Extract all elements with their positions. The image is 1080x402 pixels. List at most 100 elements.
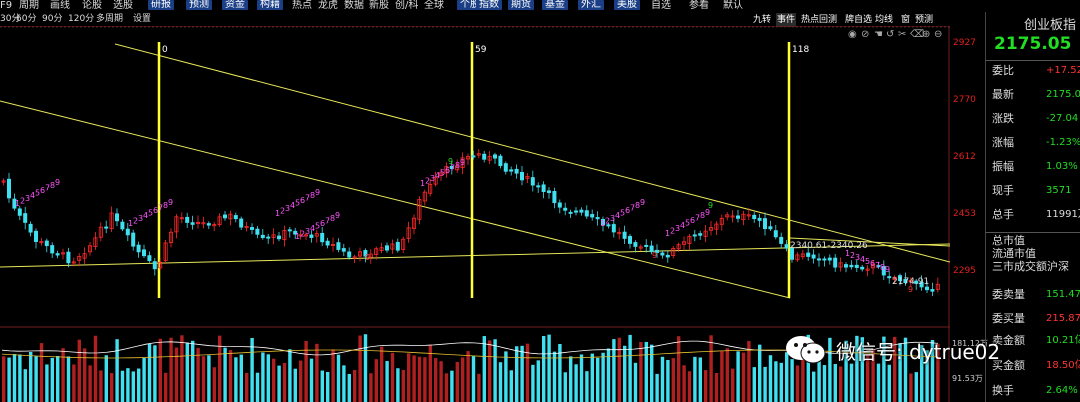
chart-tab[interactable]: 预测: [914, 13, 934, 27]
menu-item[interactable]: 外汇: [578, 0, 604, 10]
menu-item[interactable]: 研报: [148, 0, 174, 10]
volume-bar: [709, 335, 713, 402]
menu-item[interactable]: 龙虎: [318, 0, 338, 12]
menu-item[interactable]: 指数: [476, 0, 502, 10]
chart-tab-bar: 九转 事件 热点回测 牌自选 均线窗预测: [752, 13, 950, 27]
menu-item[interactable]: 默认: [723, 0, 743, 12]
period-item[interactable]: 90分: [42, 12, 62, 26]
menu-item[interactable]: 数据: [344, 0, 364, 12]
volume-bar: [849, 363, 854, 402]
volume-bar: [293, 368, 297, 402]
chart-tab[interactable]: 热点回测: [800, 13, 838, 27]
candle-body: [579, 209, 584, 213]
volume-bar: [758, 344, 762, 402]
candle-body: [552, 190, 557, 204]
menu-item[interactable]: 画线: [50, 0, 70, 12]
volume-bar: [315, 343, 319, 402]
chart-tab[interactable]: 牌自选: [844, 13, 873, 27]
candle-body: [347, 251, 352, 258]
quote-label: 总市值: [992, 234, 1025, 247]
volume-bar: [498, 362, 503, 402]
menu-item[interactable]: 构藉: [257, 0, 283, 10]
period-item[interactable]: 120分: [68, 12, 94, 26]
quote-label: 涨幅: [992, 136, 1014, 149]
chart-tab[interactable]: 均线: [874, 13, 894, 27]
chart-tab[interactable]: 九转: [752, 13, 772, 27]
menu-item[interactable]: 自选: [651, 0, 671, 12]
volume-bar: [552, 351, 557, 402]
menu-item[interactable]: 预测: [186, 0, 212, 10]
low-annotation: 2174.91: [892, 277, 929, 287]
volume-bar: [477, 373, 481, 402]
quote-row: 委买量 215.87: [992, 312, 1080, 326]
candle-body: [736, 215, 741, 219]
menu-item[interactable]: 创/科: [395, 0, 418, 12]
volume-bar: [228, 350, 233, 402]
menu-item[interactable]: 美股: [614, 0, 640, 10]
menu-item[interactable]: 参看: [689, 0, 709, 12]
chart-tab[interactable]: 事件: [776, 13, 797, 27]
volume-bar: [363, 334, 368, 402]
volume-bar: [342, 365, 346, 402]
volume-bar: [444, 373, 449, 402]
volume-bar: [353, 370, 357, 402]
chart-tab[interactable]: 窗: [900, 13, 911, 27]
period-item[interactable]: 多周期: [96, 12, 123, 26]
candle-body: [498, 155, 503, 166]
quote-label: 委买量: [992, 312, 1025, 325]
volume-bar: [29, 351, 33, 402]
td-count-digit: 9: [885, 265, 890, 274]
candle-body: [563, 207, 568, 211]
quote-label: 现手: [992, 184, 1014, 197]
volume-bar: [633, 362, 638, 402]
volume-bar: [374, 359, 378, 402]
volume-bar: [385, 360, 389, 402]
menu-item[interactable]: 资金: [222, 0, 248, 10]
volume-bar: [612, 339, 616, 402]
count-vertical-label: 118: [792, 45, 809, 55]
candle-body: [849, 264, 854, 268]
menu-item[interactable]: 选股: [113, 0, 133, 12]
menu-item[interactable]: 全球: [424, 0, 444, 12]
quote-label: 换手: [992, 384, 1014, 397]
candle-body: [28, 223, 33, 233]
candle-body: [665, 254, 670, 258]
volume-bar: [380, 346, 384, 402]
candle-body: [574, 210, 579, 213]
candle-body: [185, 216, 190, 223]
volume-bar: [207, 355, 211, 402]
watermark-text: 微信号: dytrue02: [836, 340, 1001, 364]
price-axis-label: 2295: [953, 266, 976, 276]
menu-item[interactable]: 周期: [19, 0, 39, 12]
menu-item[interactable]: F9: [0, 0, 12, 12]
period-item[interactable]: 设置: [133, 12, 151, 26]
candle-body: [811, 254, 816, 259]
volume-bar: [482, 336, 486, 402]
volume-bar: [617, 337, 621, 402]
menu-item[interactable]: 论股: [82, 0, 102, 12]
volume-bar: [693, 356, 697, 402]
candle-body: [509, 169, 514, 172]
volume-bar: [569, 356, 573, 402]
candle-body: [44, 240, 49, 247]
volume-bar: [434, 358, 438, 402]
quote-row: 委比 +17.52%: [992, 64, 1080, 78]
volume-bar: [239, 354, 243, 402]
quote-label: 总手: [992, 208, 1014, 221]
candle-body: [628, 236, 633, 244]
quote-row: 涨跌 -27.04: [992, 112, 1080, 126]
candle-body: [239, 218, 244, 228]
menu-item[interactable]: 期货: [508, 0, 534, 10]
menu-item[interactable]: 新股: [369, 0, 389, 12]
volume-bar: [158, 338, 162, 402]
volume-bar: [191, 340, 195, 402]
volume-bar: [212, 367, 216, 402]
candle-body: [763, 218, 768, 230]
menu-item[interactable]: 基金: [542, 0, 568, 10]
menu-item[interactable]: 热点: [292, 0, 312, 12]
volume-bar: [120, 370, 125, 402]
period-item[interactable]: 60分: [16, 12, 36, 26]
volume-bar: [574, 364, 578, 402]
quote-row: 总手 11991万: [992, 208, 1080, 222]
candle-body: [779, 236, 784, 244]
